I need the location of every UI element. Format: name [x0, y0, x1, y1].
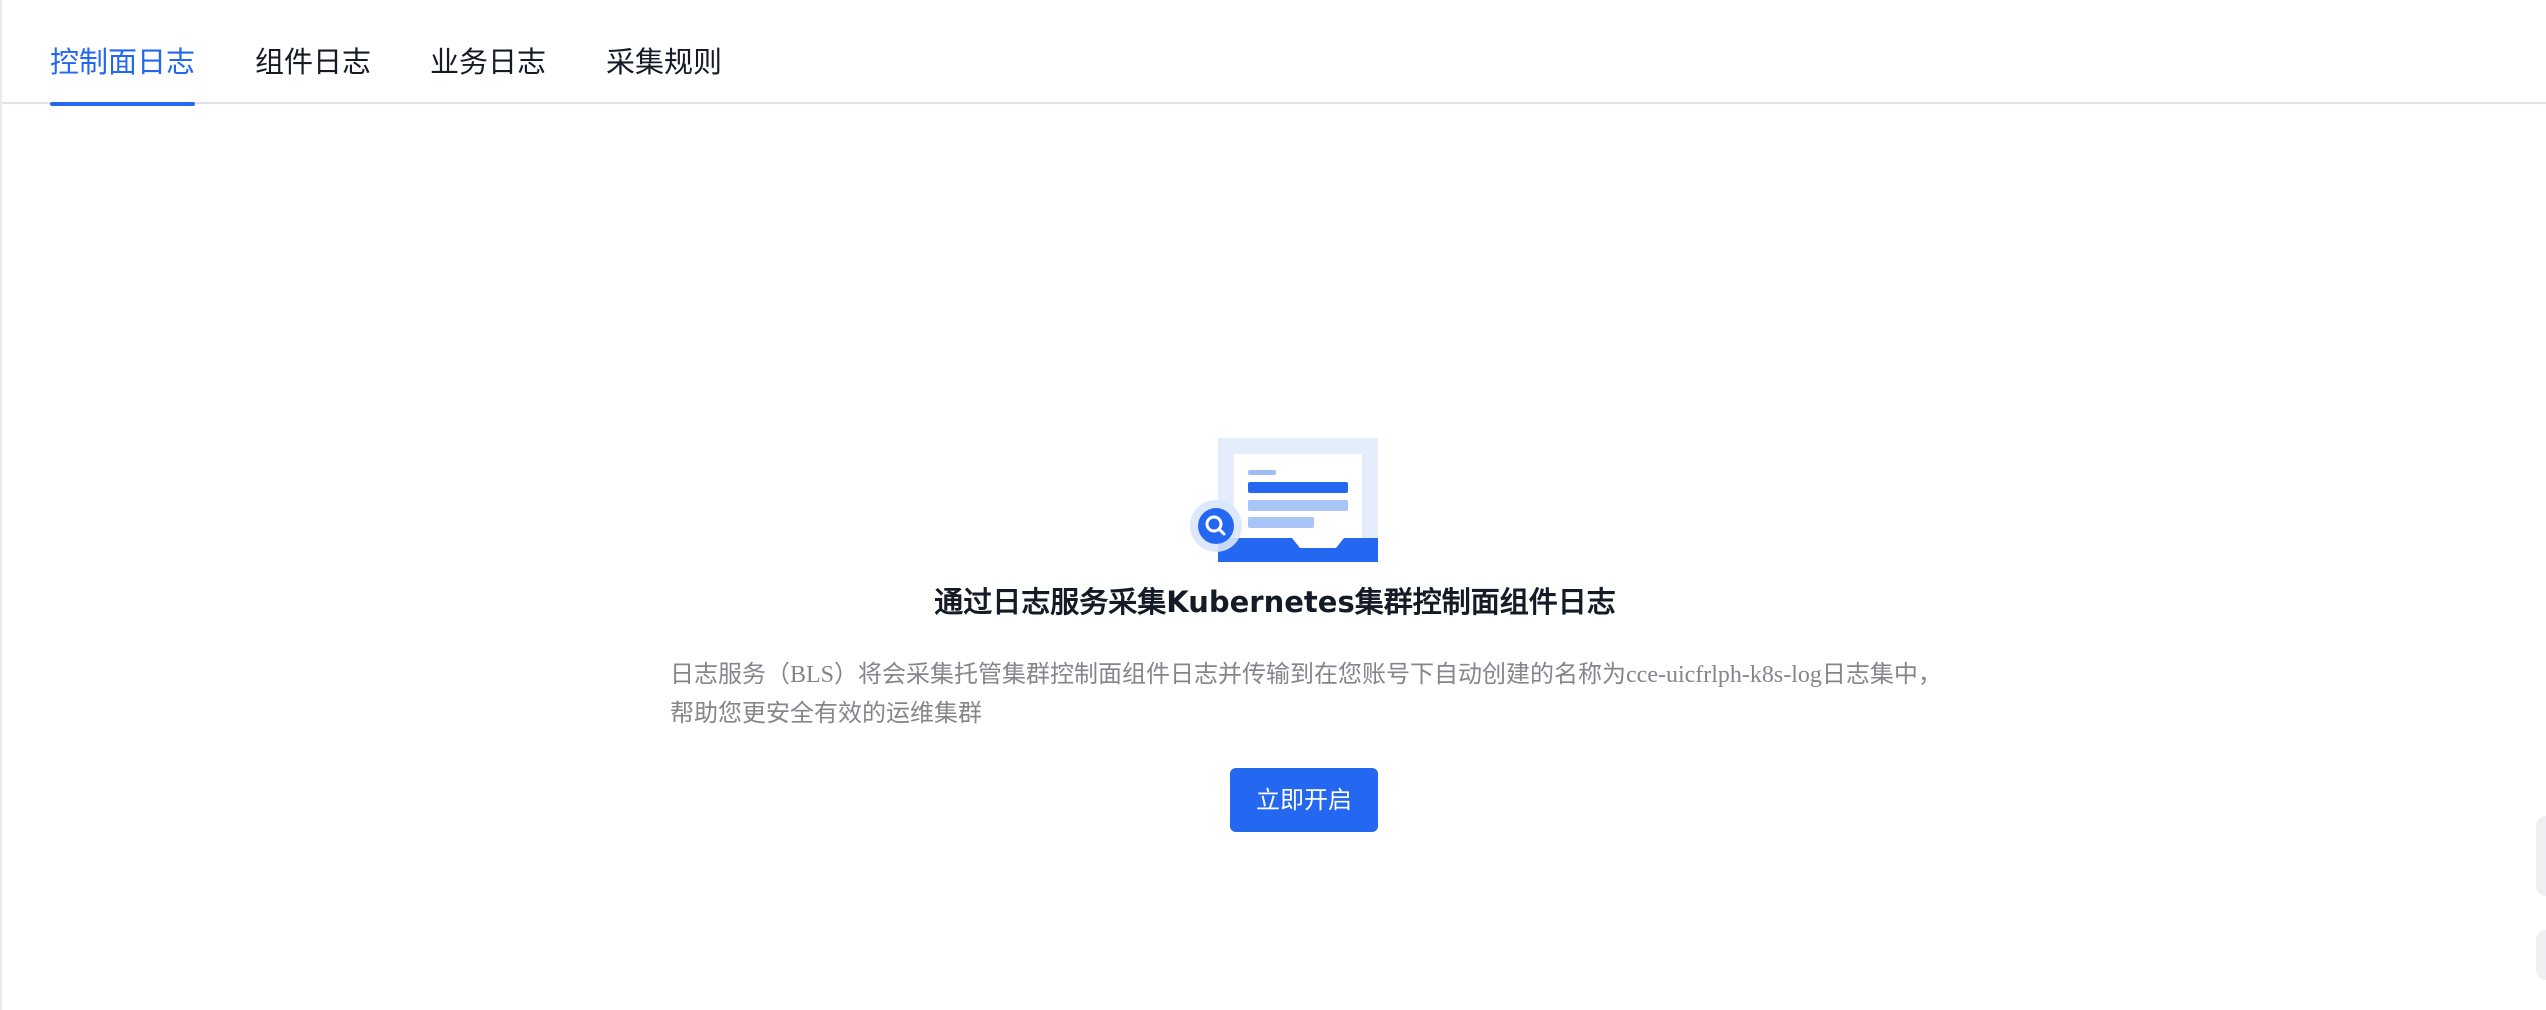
empty-state-description: 日志服务（BLS）将会采集托管集群控制面组件日志并传输到在您账号下自动创建的名称… — [670, 662, 1942, 727]
log-search-icon — [1186, 436, 1382, 564]
page: 控制面日志 组件日志 业务日志 采集规则 通过日志服务采集Kubernetes集… — [0, 0, 2546, 1010]
tab-bar: 控制面日志 组件日志 业务日志 采集规则 — [2, 0, 2546, 106]
tab-business-logs[interactable]: 业务日志 — [430, 40, 546, 104]
enable-now-button[interactable]: 立即开启 — [1230, 768, 1378, 832]
side-float-handle[interactable] — [2536, 930, 2546, 980]
side-float-handle[interactable] — [2536, 816, 2546, 896]
tab-component-logs[interactable]: 组件日志 — [255, 40, 371, 104]
empty-state-title: 通过日志服务采集Kubernetes集群控制面组件日志 — [934, 585, 1616, 619]
tab-control-plane-logs[interactable]: 控制面日志 — [50, 40, 196, 106]
tab-collection-rules[interactable]: 采集规则 — [606, 40, 722, 104]
